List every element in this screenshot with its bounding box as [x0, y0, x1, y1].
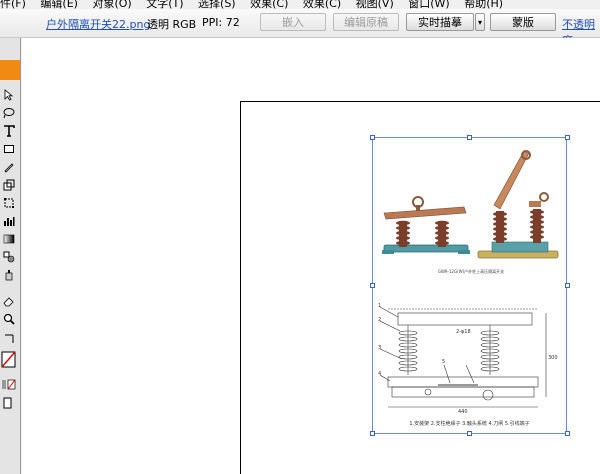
menu-type[interactable]: 文字(T) — [146, 0, 183, 9]
svg-text:2: 2 — [378, 317, 381, 323]
scale-tool-icon[interactable] — [1, 178, 17, 192]
handle-middle-right[interactable] — [565, 283, 570, 288]
ppi-label: PPI: 72 — [202, 16, 240, 29]
free-transform-tool-icon[interactable] — [1, 196, 17, 210]
menu-effect[interactable]: 效果(C) — [303, 0, 341, 9]
menu-help[interactable]: 帮助(H) — [464, 0, 503, 9]
svg-text:4: 4 — [378, 371, 381, 377]
handle-bottom-left[interactable] — [370, 431, 375, 436]
fill-stroke-swatch-icon[interactable] — [1, 348, 17, 372]
symbol-sprayer-tool-icon[interactable] — [1, 268, 17, 282]
menu-object[interactable]: 对象(O) — [92, 0, 131, 9]
menu-select[interactable]: 选择(S) — [198, 0, 236, 9]
none-color-icon[interactable] — [1, 378, 17, 392]
handle-bottom-center[interactable] — [467, 431, 472, 436]
edit-original-button[interactable]: 编辑原稿 — [333, 13, 399, 31]
height-dimension-label: 300 — [548, 355, 558, 361]
menu-filter[interactable]: 效果(C) — [250, 0, 288, 9]
color-mode-label: 透明 RGB — [147, 18, 197, 31]
menu-window[interactable]: 窗口(W) — [408, 0, 449, 9]
handle-top-center[interactable] — [467, 135, 472, 140]
mask-button[interactable]: 蒙版 — [490, 13, 556, 31]
handle-top-left[interactable] — [370, 135, 375, 140]
handle-top-right[interactable] — [565, 135, 570, 140]
switch-photo — [382, 150, 559, 259]
technical-drawing: 1 2 3 4 5 2-φ18 300 440 — [378, 303, 558, 415]
control-bar: 户外隔离开关22.png 透明 RGB PPI: 72 嵌入 编辑原稿 实时描摹… — [0, 9, 600, 47]
pencil-tool-icon[interactable] — [1, 160, 17, 174]
zoom-tool-icon[interactable] — [1, 312, 17, 326]
gradient-tool-icon[interactable] — [1, 232, 17, 246]
screen-mode-icon[interactable] — [1, 396, 17, 410]
drawing-caption: 1.安装架 2.支柱绝缘子 3.触头系统 4.刀闸 5.引线端子 — [409, 421, 530, 427]
linked-file-name[interactable]: 户外隔离开关22.png — [46, 16, 150, 32]
menu-view[interactable]: 视图(V) — [356, 0, 394, 9]
width-dimension-label: 440 — [458, 409, 468, 415]
direct-selection-tool-icon[interactable] — [1, 88, 17, 102]
live-trace-button[interactable]: 实时描摹 — [406, 13, 474, 31]
type-tool-icon[interactable] — [1, 124, 17, 138]
live-trace-dropdown[interactable]: ▾ — [475, 13, 485, 31]
handle-bottom-right[interactable] — [565, 431, 570, 436]
dimension-label: 2-φ18 — [456, 329, 471, 335]
tools-panel — [0, 38, 21, 474]
svg-text:3: 3 — [378, 345, 381, 351]
panel-header-bar — [0, 60, 20, 80]
svg-text:5: 5 — [442, 359, 445, 365]
lasso-tool-icon[interactable] — [1, 106, 17, 120]
column-graph-tool-icon[interactable] — [1, 214, 17, 228]
swap-fill-stroke-icon[interactable] — [1, 332, 17, 346]
blend-tool-icon[interactable] — [1, 250, 17, 264]
svg-text:1: 1 — [378, 303, 381, 309]
eraser-tool-icon[interactable] — [1, 294, 17, 308]
menu-file[interactable]: 件(F) — [0, 0, 26, 9]
embed-button[interactable]: 嵌入 — [260, 13, 326, 31]
photo-caption: GW9-12G(W)户外柱上高压隔离开关 — [437, 269, 505, 274]
menu-bar: 件(F) 编辑(E) 对象(O) 文字(T) 选择(S) 效果(C) 效果(C)… — [0, 0, 600, 9]
rectangle-tool-icon[interactable] — [1, 142, 17, 156]
menu-edit[interactable]: 编辑(E) — [40, 0, 78, 9]
handle-middle-left[interactable] — [370, 283, 375, 288]
